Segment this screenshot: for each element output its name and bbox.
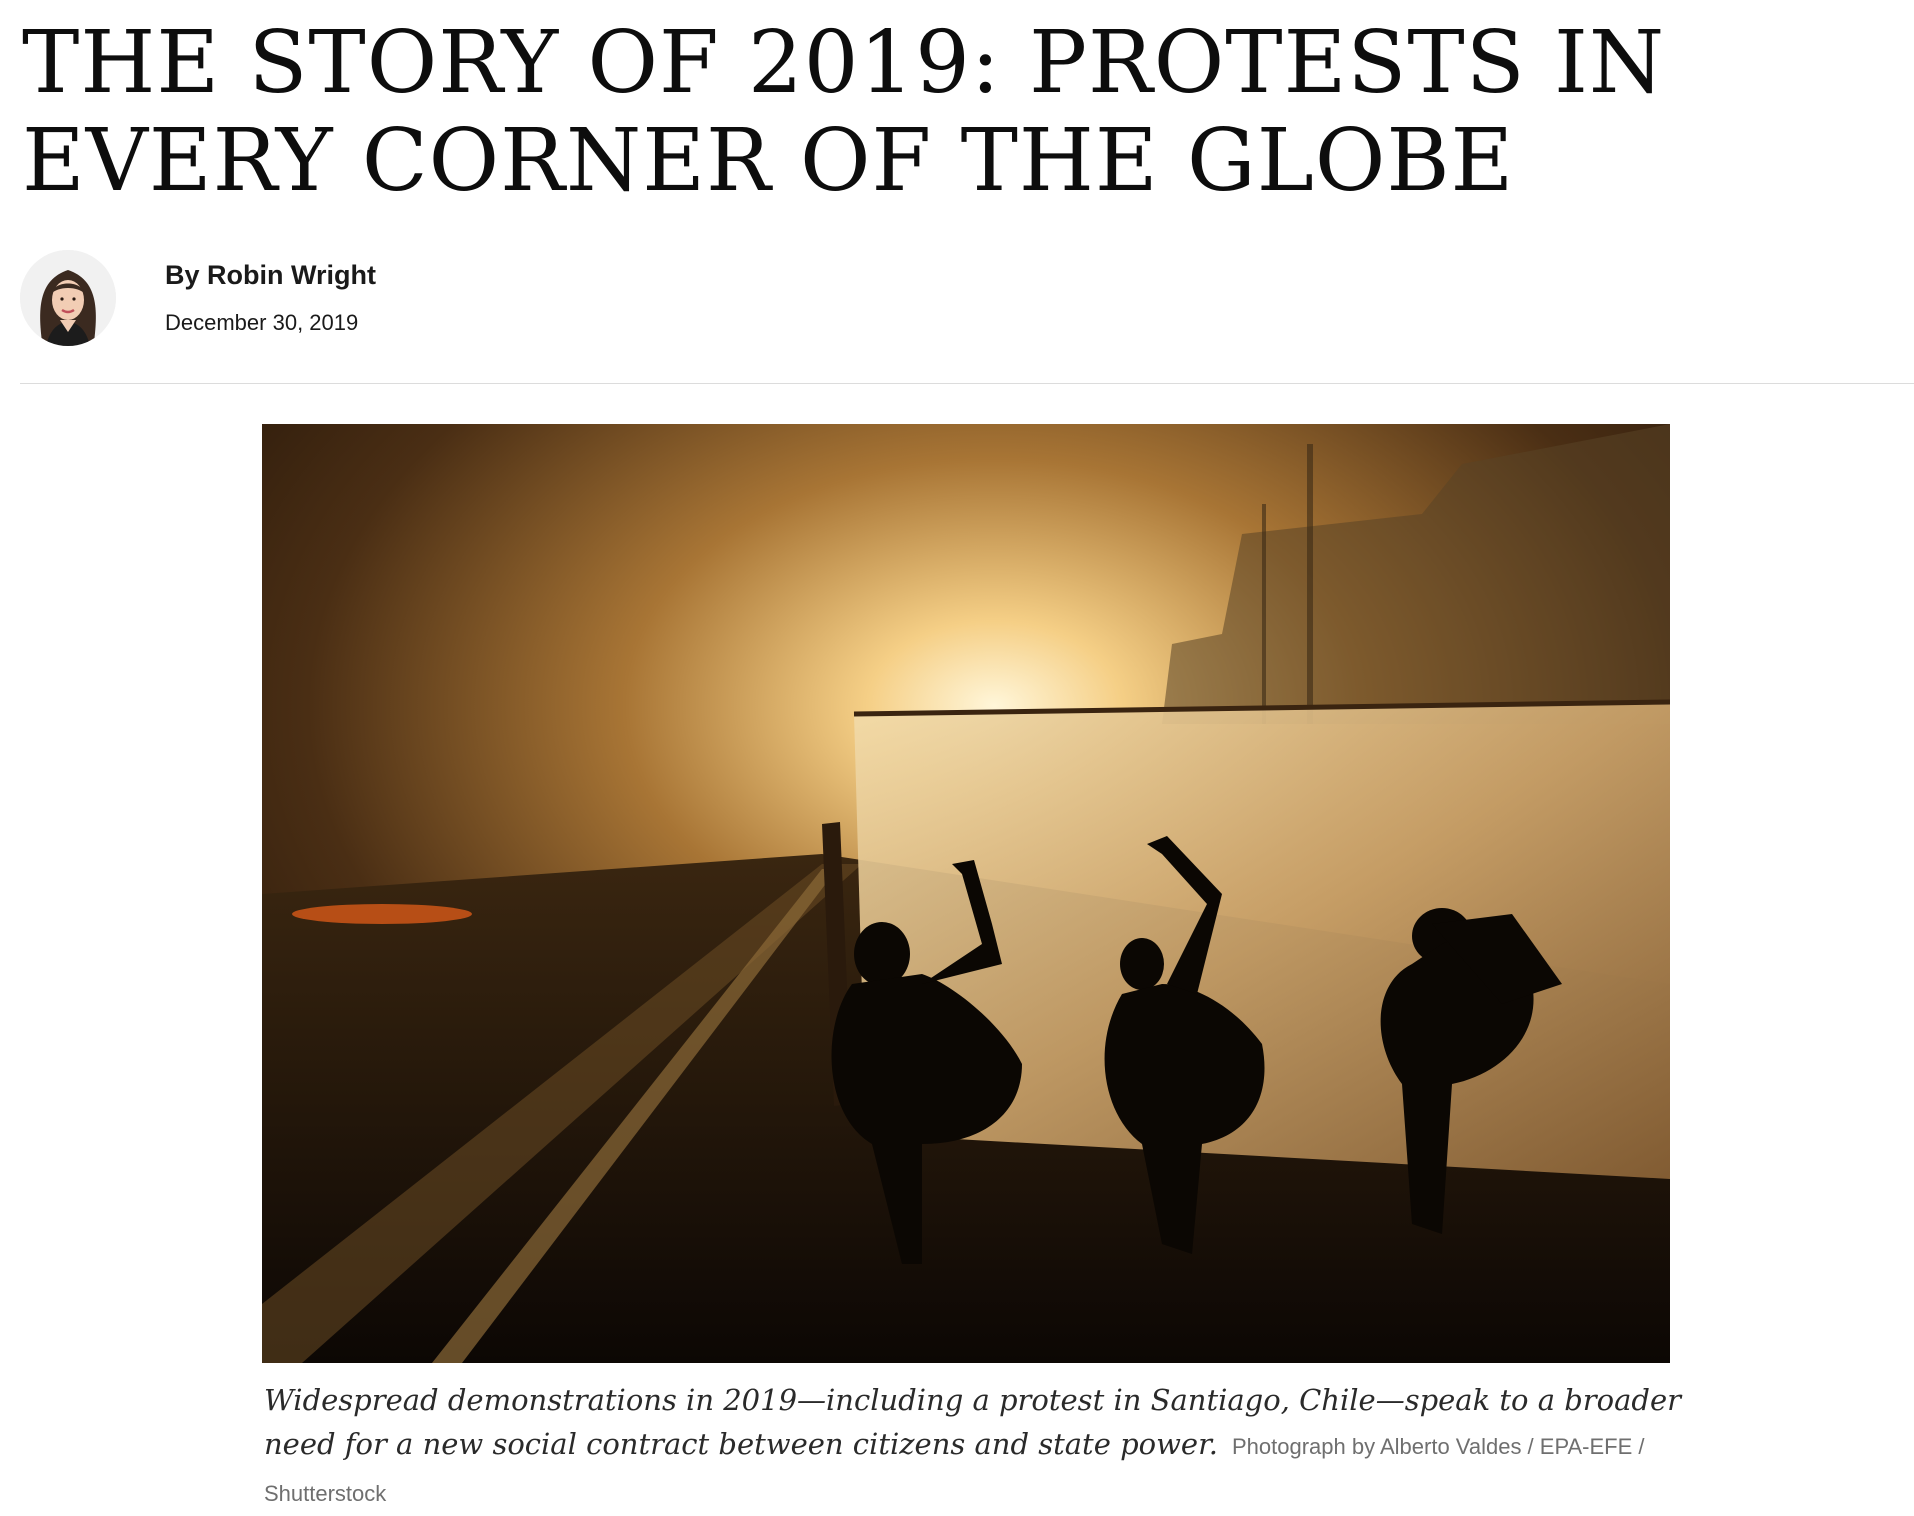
header-divider — [20, 383, 1914, 384]
hero-caption: Widespread demonstrations in 2019—includ… — [264, 1378, 1684, 1516]
author-avatar[interactable] — [20, 250, 116, 346]
article-headline: THE STORY OF 2019: PROTESTS IN EVERY COR… — [22, 13, 1666, 211]
hero-photo — [262, 424, 1670, 1363]
author-name[interactable]: By Robin Wright — [165, 260, 376, 291]
publish-date: December 30, 2019 — [165, 310, 359, 335]
byline: By Robin Wright December 30, 2019 — [20, 250, 720, 350]
